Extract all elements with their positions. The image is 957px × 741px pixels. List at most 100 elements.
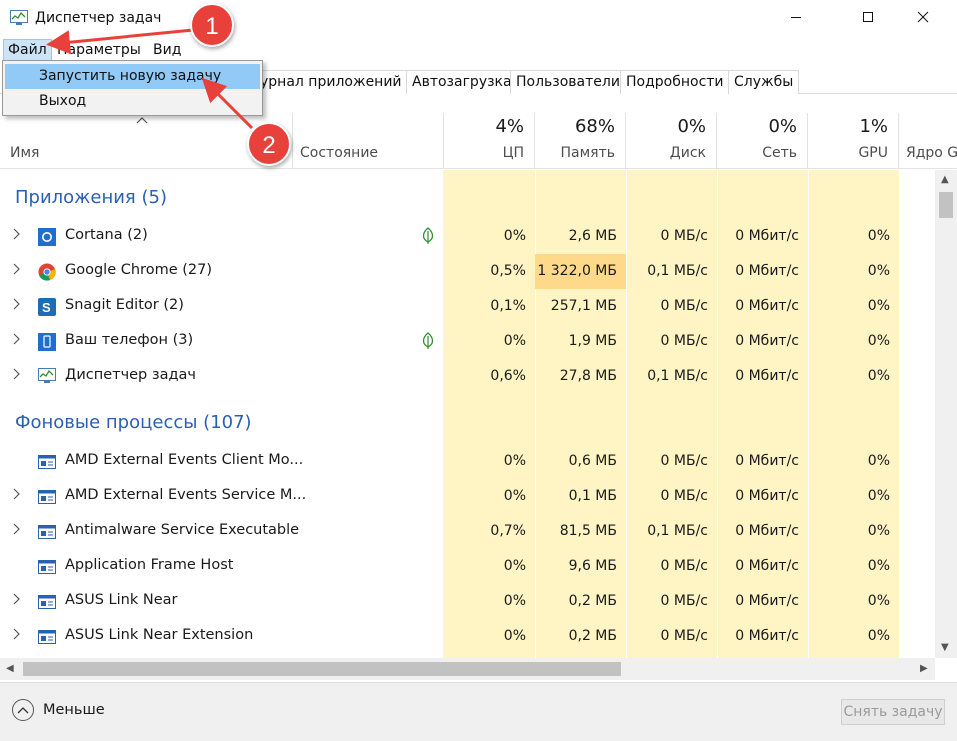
gpu-cell: 0% bbox=[867, 263, 890, 279]
horizontal-scroll-thumb[interactable] bbox=[23, 662, 621, 676]
chrome-icon bbox=[38, 263, 56, 281]
menu-file[interactable]: Файл bbox=[3, 39, 52, 62]
expand-chevron-icon[interactable] bbox=[12, 333, 20, 349]
end-task-button[interactable]: Снять задачу bbox=[841, 699, 945, 725]
tab-services[interactable]: Службы bbox=[728, 70, 800, 94]
gpu-cell: 0% bbox=[867, 368, 890, 384]
fewer-details-link[interactable]: Меньше bbox=[43, 702, 105, 718]
expand-chevron-icon[interactable] bbox=[12, 228, 20, 244]
memory-cell: 0,2 МБ bbox=[568, 593, 617, 609]
process-row[interactable]: Application Frame Host 0% 9,6 МБ 0 МБ/с 0 Мб… bbox=[0, 549, 935, 584]
gpu-cell: 0% bbox=[867, 333, 890, 349]
network-cell: 0 Мбит/с bbox=[735, 628, 799, 644]
tab-details[interactable]: Подробности bbox=[620, 70, 730, 94]
disk-cell: 0,1 МБ/с bbox=[647, 368, 708, 384]
snagit-icon: S bbox=[38, 298, 56, 316]
process-row[interactable]: Cortana (2) 0% 2,6 МБ 0 МБ/с 0 Мбит/с 0% bbox=[0, 219, 935, 254]
tab-users[interactable]: Пользователи bbox=[510, 70, 626, 94]
expand-chevron-icon[interactable] bbox=[12, 523, 20, 539]
network-cell: 0 Мбит/с bbox=[735, 523, 799, 539]
gpu-cell: 0% bbox=[867, 453, 890, 469]
column-status[interactable]: Состояние bbox=[300, 145, 378, 161]
group-apps: Приложения (5) bbox=[15, 187, 167, 208]
cpu-cell: 0% bbox=[503, 558, 526, 574]
network-cell: 0 Мбит/с bbox=[735, 368, 799, 384]
menu-view[interactable]: Вид bbox=[149, 42, 185, 58]
scroll-right-icon[interactable]: ▶ bbox=[920, 663, 928, 674]
cpu-cell: 0,6% bbox=[490, 368, 526, 384]
expand-chevron-icon[interactable] bbox=[12, 628, 20, 644]
disk-cell: 0 МБ/с bbox=[660, 628, 708, 644]
collapse-up-icon[interactable] bbox=[12, 699, 34, 721]
tab-app-history[interactable]: урнал приложений bbox=[255, 70, 408, 94]
annotation-badge-2: 2 bbox=[247, 122, 291, 166]
expand-chevron-icon[interactable] bbox=[12, 298, 20, 314]
column-gpu[interactable]: 1% GPU bbox=[808, 113, 899, 169]
scroll-left-icon[interactable]: ◀ bbox=[6, 663, 14, 674]
memory-cell: 1,9 МБ bbox=[568, 333, 617, 349]
process-row[interactable]: Диспетчер задач 0,6% 27,8 МБ 0,1 МБ/с 0 Мбит… bbox=[0, 359, 935, 394]
cpu-cell: 0% bbox=[503, 453, 526, 469]
disk-cell: 0,1 МБ/с bbox=[647, 263, 708, 279]
network-cell: 0 Мбит/с bbox=[735, 333, 799, 349]
column-cpu[interactable]: 4% ЦП bbox=[443, 113, 535, 169]
disk-total: 0% bbox=[677, 116, 706, 137]
expand-chevron-icon[interactable] bbox=[12, 263, 20, 279]
process-row[interactable]: Antimalware Service Executable 0,7% 81,5 М… bbox=[0, 514, 935, 549]
menu-options[interactable]: Параметры bbox=[53, 42, 145, 58]
expand-chevron-icon[interactable] bbox=[12, 488, 20, 504]
close-button[interactable] bbox=[900, 0, 946, 38]
gpu-cell: 0% bbox=[867, 628, 890, 644]
column-divider bbox=[292, 113, 293, 169]
cpu-cell: 0,1% bbox=[490, 298, 526, 314]
memory-cell: 81,5 МБ bbox=[559, 523, 617, 539]
process-row[interactable]: ASUS Link Near Extension 0% 0,2 МБ 0 МБ/с 0 … bbox=[0, 619, 935, 654]
tab-startup[interactable]: Автозагрузка bbox=[406, 70, 518, 94]
scroll-down-icon[interactable]: ▼ bbox=[941, 642, 949, 653]
process-name: AMD External Events Service M... bbox=[65, 487, 307, 503]
column-gpu-engine[interactable]: Ядро GI bbox=[899, 113, 957, 169]
task-manager-icon bbox=[38, 368, 56, 386]
expand-chevron-icon[interactable] bbox=[12, 593, 20, 609]
footer: Меньше Снять задачу bbox=[0, 682, 957, 741]
process-row[interactable]: S Snagit Editor (2) 0,1% 257,1 МБ 0 МБ/с 0 Мб… bbox=[0, 289, 935, 324]
gpu-cell: 0% bbox=[867, 593, 890, 609]
process-row[interactable]: AMD External Events Service M... 0% 0,1 МБ… bbox=[0, 479, 935, 514]
cortana-icon bbox=[38, 228, 56, 246]
close-icon bbox=[917, 11, 929, 27]
process-icon bbox=[38, 593, 56, 611]
vertical-scroll-thumb[interactable] bbox=[939, 192, 953, 218]
column-disk[interactable]: 0% Диск bbox=[626, 113, 717, 169]
maximize-button[interactable] bbox=[845, 0, 891, 38]
svg-text:S: S bbox=[42, 300, 51, 315]
minimize-button[interactable] bbox=[773, 0, 819, 38]
process-row[interactable]: Google Chrome (27) 0,5% 1 322,0 МБ 0,1 МБ/с… bbox=[0, 254, 935, 289]
column-name[interactable]: Имя bbox=[10, 145, 39, 161]
disk-cell: 0 МБ/с bbox=[660, 333, 708, 349]
cpu-cell: 0% bbox=[503, 228, 526, 244]
horizontal-scrollbar[interactable]: ◀ ▶ bbox=[0, 658, 935, 680]
menu-run-new-task[interactable]: Запустить новую задачу bbox=[5, 64, 260, 89]
process-row[interactable]: Ваш телефон (3) 0% 1,9 МБ 0 МБ/с 0 Мбит/с 0% bbox=[0, 324, 935, 359]
window-title: Диспетчер задач bbox=[35, 10, 162, 26]
gpu-cell: 0% bbox=[867, 488, 890, 504]
process-name: Ваш телефон (3) bbox=[65, 332, 194, 348]
memory-cell: 27,8 МБ bbox=[559, 368, 617, 384]
expand-chevron-icon[interactable] bbox=[12, 368, 20, 384]
vertical-scrollbar[interactable]: ▲ ▼ bbox=[935, 170, 957, 658]
process-row[interactable]: AMD External Events Client Mo... 0% 0,6 МБ… bbox=[0, 444, 935, 479]
process-icon bbox=[38, 488, 56, 506]
column-memory[interactable]: 68% Память bbox=[535, 113, 626, 169]
gpu-cell: 0% bbox=[867, 523, 890, 539]
annotation-badge-1: 1 bbox=[190, 3, 234, 47]
column-network[interactable]: 0% Сеть bbox=[717, 113, 808, 169]
scroll-up-icon[interactable]: ▲ bbox=[941, 174, 949, 185]
disk-cell: 0 МБ/с bbox=[660, 298, 708, 314]
network-cell: 0 Мбит/с bbox=[735, 263, 799, 279]
network-cell: 0 Мбит/с bbox=[735, 298, 799, 314]
gpu-engine-label: Ядро GI bbox=[906, 145, 957, 161]
disk-cell: 0 МБ/с bbox=[660, 593, 708, 609]
menu-exit[interactable]: Выход bbox=[5, 89, 260, 114]
process-name: Диспетчер задач bbox=[65, 367, 196, 383]
process-row[interactable]: ASUS Link Near 0% 0,2 МБ 0 МБ/с 0 Мбит/с 0% bbox=[0, 584, 935, 619]
